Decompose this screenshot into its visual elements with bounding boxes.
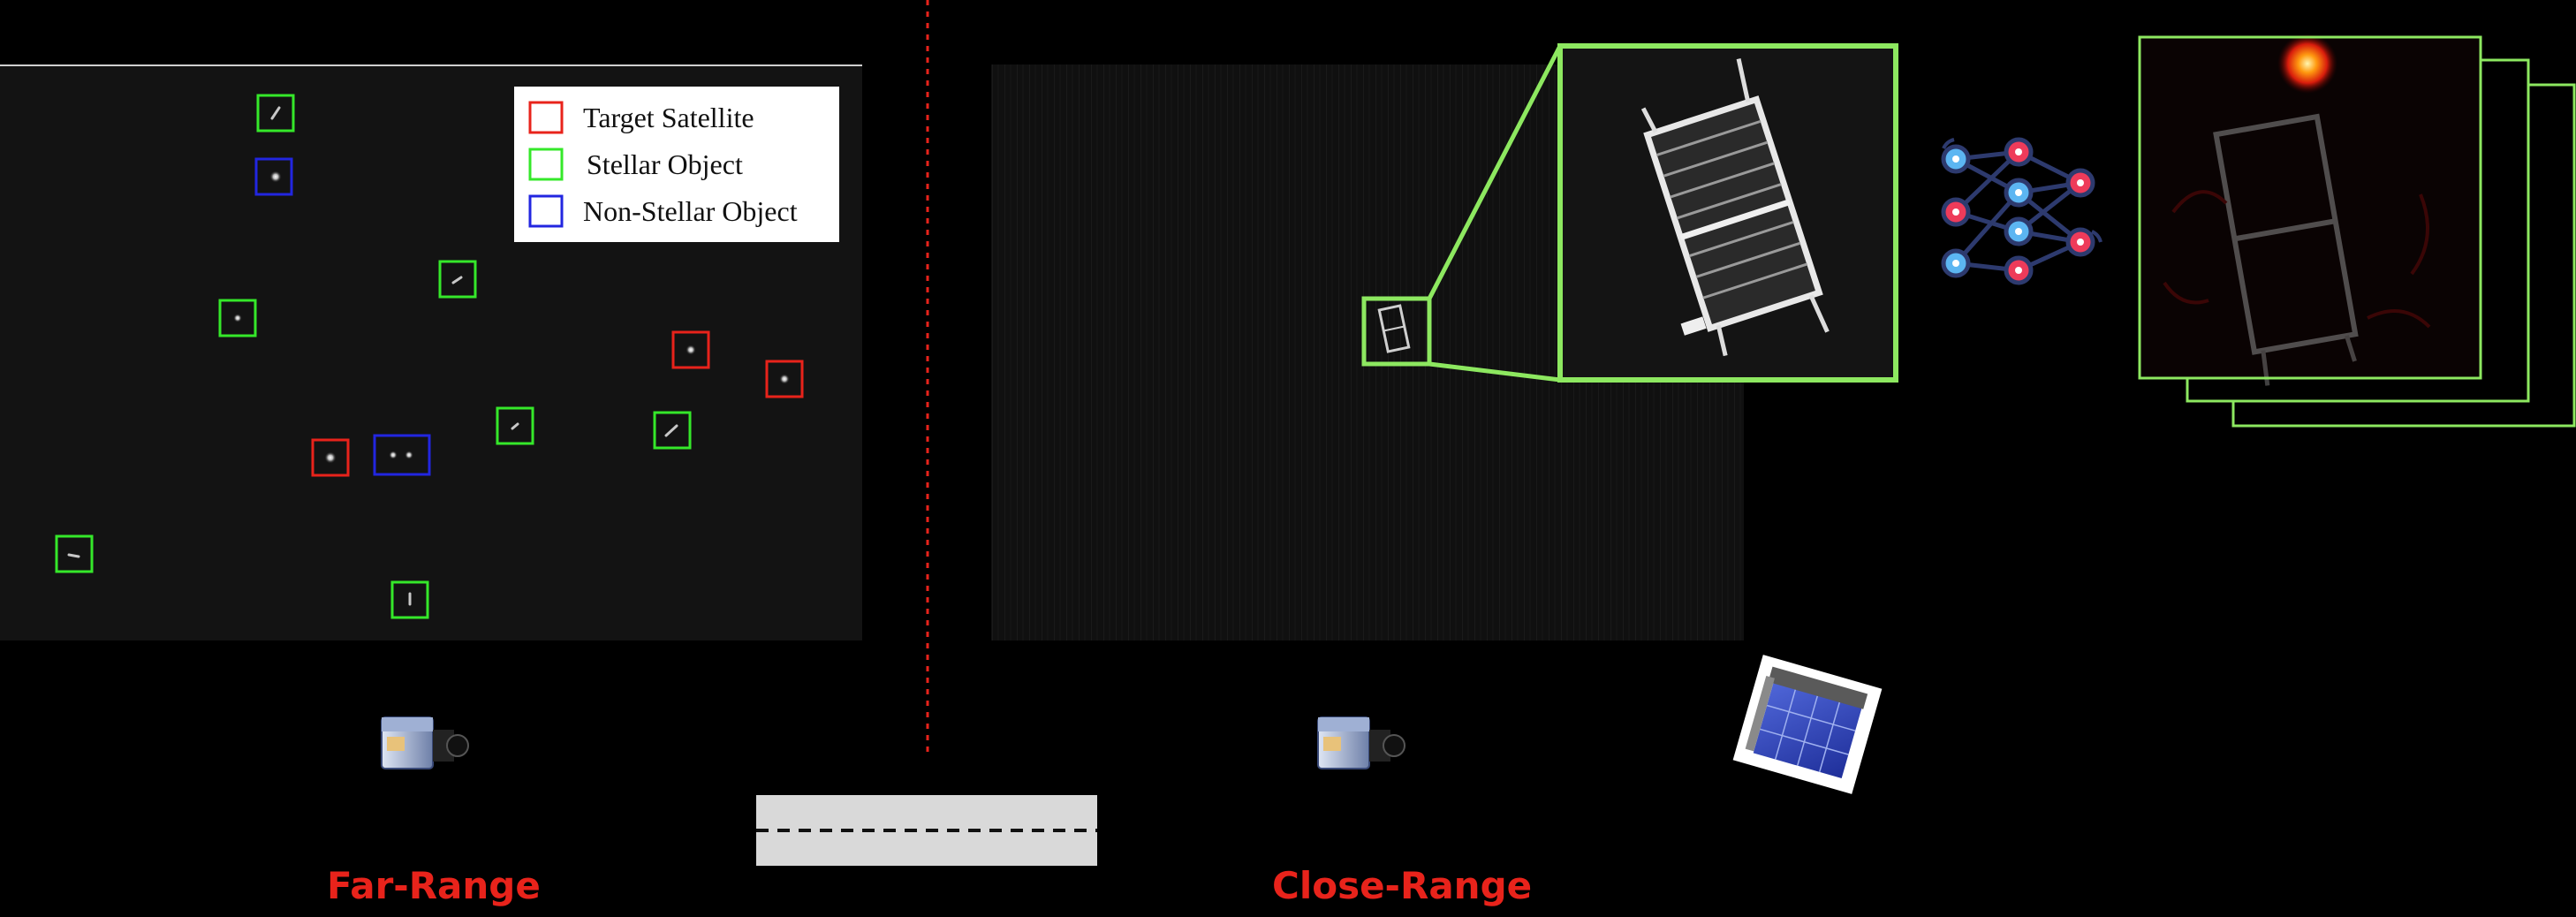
far-range-label: Far-Range — [327, 864, 541, 907]
satellite-icon — [1732, 655, 1883, 794]
legend: Target Satellite Stellar Object Non-Stel… — [514, 87, 839, 242]
heatmap-stack — [2138, 34, 2576, 428]
scene: Target Satellite Stellar Object Non-Stel… — [0, 0, 2576, 866]
close-range-image — [991, 43, 1898, 640]
close-camera-icon — [1317, 716, 1405, 769]
far-range-starfield: Target Satellite Stellar Object Non-Stel… — [0, 64, 862, 640]
neural-network-icon — [1941, 137, 2102, 285]
far-camera-icon — [381, 716, 469, 769]
legend-label-non-stellar: Non-Stellar Object — [583, 195, 798, 227]
legend-label-target: Target Satellite — [583, 102, 754, 133]
heatmap-hotspot — [2277, 34, 2337, 94]
close-range-label: Close-Range — [1272, 864, 1533, 907]
distance-bar — [756, 795, 1097, 866]
legend-label-stellar: Stellar Object — [587, 148, 743, 180]
